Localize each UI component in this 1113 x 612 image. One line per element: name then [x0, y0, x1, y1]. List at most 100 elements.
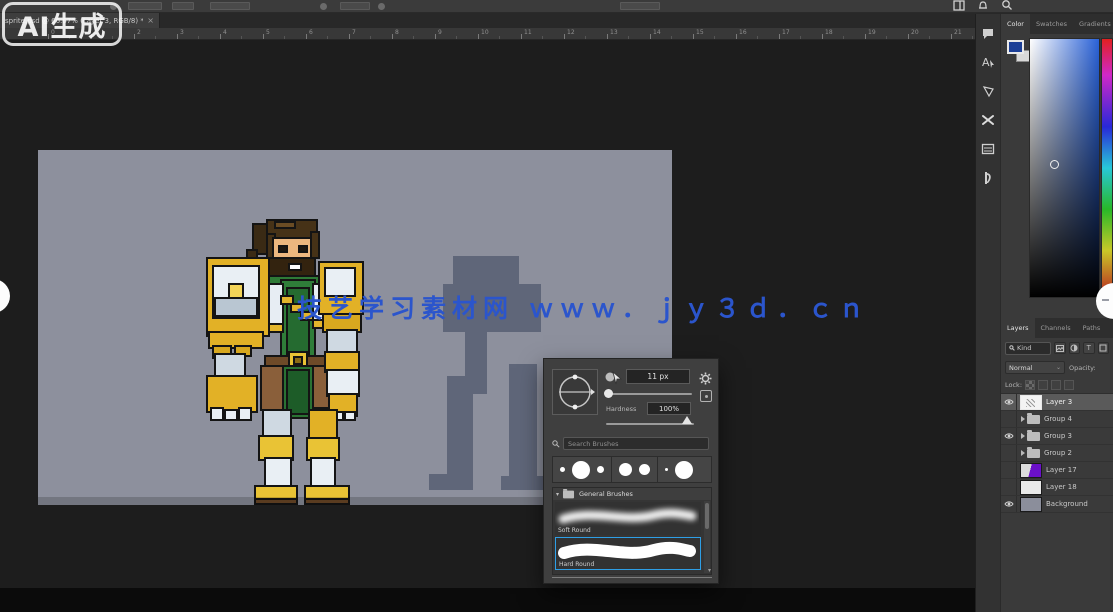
eye-hidden-cell[interactable] [1001, 479, 1017, 495]
folder-icon [1027, 415, 1040, 424]
eye-visible-icon[interactable] [1001, 428, 1017, 444]
brush-preset-dot[interactable] [675, 461, 693, 479]
tab-swatches[interactable]: Swatches [1030, 14, 1073, 34]
opacity-field[interactable] [210, 2, 250, 10]
blend-mode-select[interactable]: Normal ⌄ [1005, 361, 1065, 374]
hardness-slider[interactable] [606, 423, 694, 425]
blend-mode-row: Normal ⌄ Opacity: [1001, 358, 1113, 377]
artboard-tool-icon[interactable] [978, 140, 998, 158]
ruler-minor-tick [284, 36, 285, 39]
brush-preset-dot[interactable] [639, 464, 650, 475]
brush-group-header[interactable]: ▾ General Brushes [553, 488, 711, 500]
brush-preset-picker[interactable] [128, 2, 162, 10]
size-slider-knob[interactable] [604, 389, 613, 398]
ruler-tick [435, 34, 436, 39]
pressure-opacity-icon[interactable] [320, 3, 327, 10]
layer-row-group-4[interactable]: Group 4 [1001, 411, 1113, 428]
tab-color[interactable]: Color [1001, 14, 1030, 34]
workspace-icon[interactable] [952, 0, 966, 11]
brush-list-scrollbar[interactable] [704, 501, 710, 573]
group-expand-arrow[interactable] [1021, 450, 1025, 456]
ruler-tick-label: 17 [782, 29, 790, 36]
brush-angle-control[interactable] [552, 369, 598, 415]
ruler-tick-label: 21 [954, 29, 962, 36]
rotate-view-tool-icon[interactable] [978, 169, 998, 187]
size-slider[interactable] [606, 393, 692, 395]
gear-icon[interactable] [699, 370, 712, 389]
ruler-minor-tick [542, 36, 543, 39]
scroll-caret-icon[interactable]: ▾ [708, 567, 711, 574]
options-bar [0, 0, 1113, 13]
ruler-tick-label: 16 [739, 29, 747, 36]
hardness-field[interactable]: 100% [647, 402, 691, 415]
path-select-tool-icon[interactable]: A [978, 53, 998, 71]
saturation-brightness-picker[interactable] [1029, 38, 1100, 298]
lock-position-icon[interactable] [1051, 380, 1061, 390]
layer-row-group-3[interactable]: Group 3 [1001, 428, 1113, 445]
bottom-black-strip [0, 588, 975, 612]
layer-row-background[interactable]: Background [1001, 496, 1113, 513]
eye-hidden-cell[interactable] [1001, 445, 1017, 461]
ruler-minor-tick [929, 36, 930, 39]
layer-row-group-2[interactable]: Group 2 [1001, 445, 1113, 462]
bell-icon[interactable] [976, 0, 990, 11]
layer-filter-kind[interactable]: Kind [1005, 342, 1051, 355]
brush-search-input[interactable]: Search Brushes [563, 437, 709, 450]
layer-name: Group 3 [1044, 432, 1072, 440]
ruler-minor-tick [757, 36, 758, 39]
brush-item-hard-round[interactable]: Hard Round [555, 537, 701, 570]
smoothing-field[interactable] [620, 2, 660, 10]
eye-visible-icon[interactable] [1001, 496, 1017, 512]
search-icon[interactable] [1000, 0, 1014, 11]
brush-name: Soft Round [558, 527, 591, 534]
brush-preset-dot[interactable] [619, 463, 632, 476]
sample-size-icon[interactable] [700, 390, 712, 402]
group-expand-arrow[interactable] [1021, 416, 1025, 422]
flow-field[interactable] [340, 2, 370, 10]
filter-shape-layers-icon[interactable] [1098, 342, 1110, 354]
eye-visible-icon[interactable] [1001, 394, 1017, 410]
ruler-minor-tick [370, 36, 371, 39]
ruler-tick [349, 34, 350, 39]
ruler-tick [564, 34, 565, 39]
brush-item-soft-round[interactable]: Soft Round [555, 502, 701, 535]
eye-hidden-cell[interactable] [1001, 462, 1017, 478]
slice-tool-icon[interactable] [978, 111, 998, 129]
tab-gradients[interactable]: Gradients [1073, 14, 1113, 34]
panel-divider [552, 577, 712, 578]
search-icon [552, 440, 560, 448]
filter-pixel-layers-icon[interactable] [1054, 342, 1066, 354]
panels-column: ColorSwatchesGradientsPatterns LayersCha… [1001, 14, 1113, 612]
hue-slider[interactable] [1101, 38, 1113, 298]
close-tab-icon[interactable]: × [147, 16, 154, 25]
airbrush-icon[interactable] [378, 3, 385, 10]
lock-image-icon[interactable] [1038, 380, 1048, 390]
filter-adjustment-layers-icon[interactable] [1069, 342, 1081, 354]
tab-paths[interactable]: Paths [1077, 318, 1107, 338]
brush-preset-dot[interactable] [665, 468, 668, 471]
tab-channels[interactable]: Channels [1035, 318, 1077, 338]
lock-label: Lock: [1005, 381, 1022, 389]
layer-row-layer-17[interactable]: Layer 17 [1001, 462, 1113, 479]
tab-layers[interactable]: Layers [1001, 318, 1035, 338]
brush-preset-dot[interactable] [597, 466, 604, 473]
lock-all-icon[interactable] [1064, 380, 1074, 390]
filter-type-layers-icon[interactable]: T [1083, 342, 1095, 354]
ruler-tick-label: 14 [653, 29, 661, 36]
brush-preset-dot[interactable] [572, 461, 590, 479]
comment-tool-icon[interactable] [978, 24, 998, 42]
eye-hidden-cell[interactable] [1001, 411, 1017, 427]
ruler-tick-label: 11 [524, 29, 532, 36]
shape-tool-icon[interactable] [978, 82, 998, 100]
brush-name: Hard Round [559, 561, 594, 568]
group-expand-arrow[interactable] [1021, 433, 1025, 439]
hardness-slider-knob[interactable] [682, 416, 692, 424]
color-picker-ring[interactable] [1050, 160, 1059, 169]
ruler-minor-tick [628, 36, 629, 39]
lock-transparency-icon[interactable] [1025, 380, 1035, 390]
brush-size-field[interactable]: 11 px [626, 369, 690, 384]
layer-row-layer-18[interactable]: Layer 18 [1001, 479, 1113, 496]
mode-select[interactable] [172, 2, 194, 10]
brush-preset-dot[interactable] [560, 467, 565, 472]
layer-row-layer-3[interactable]: Layer 3 [1001, 394, 1113, 411]
